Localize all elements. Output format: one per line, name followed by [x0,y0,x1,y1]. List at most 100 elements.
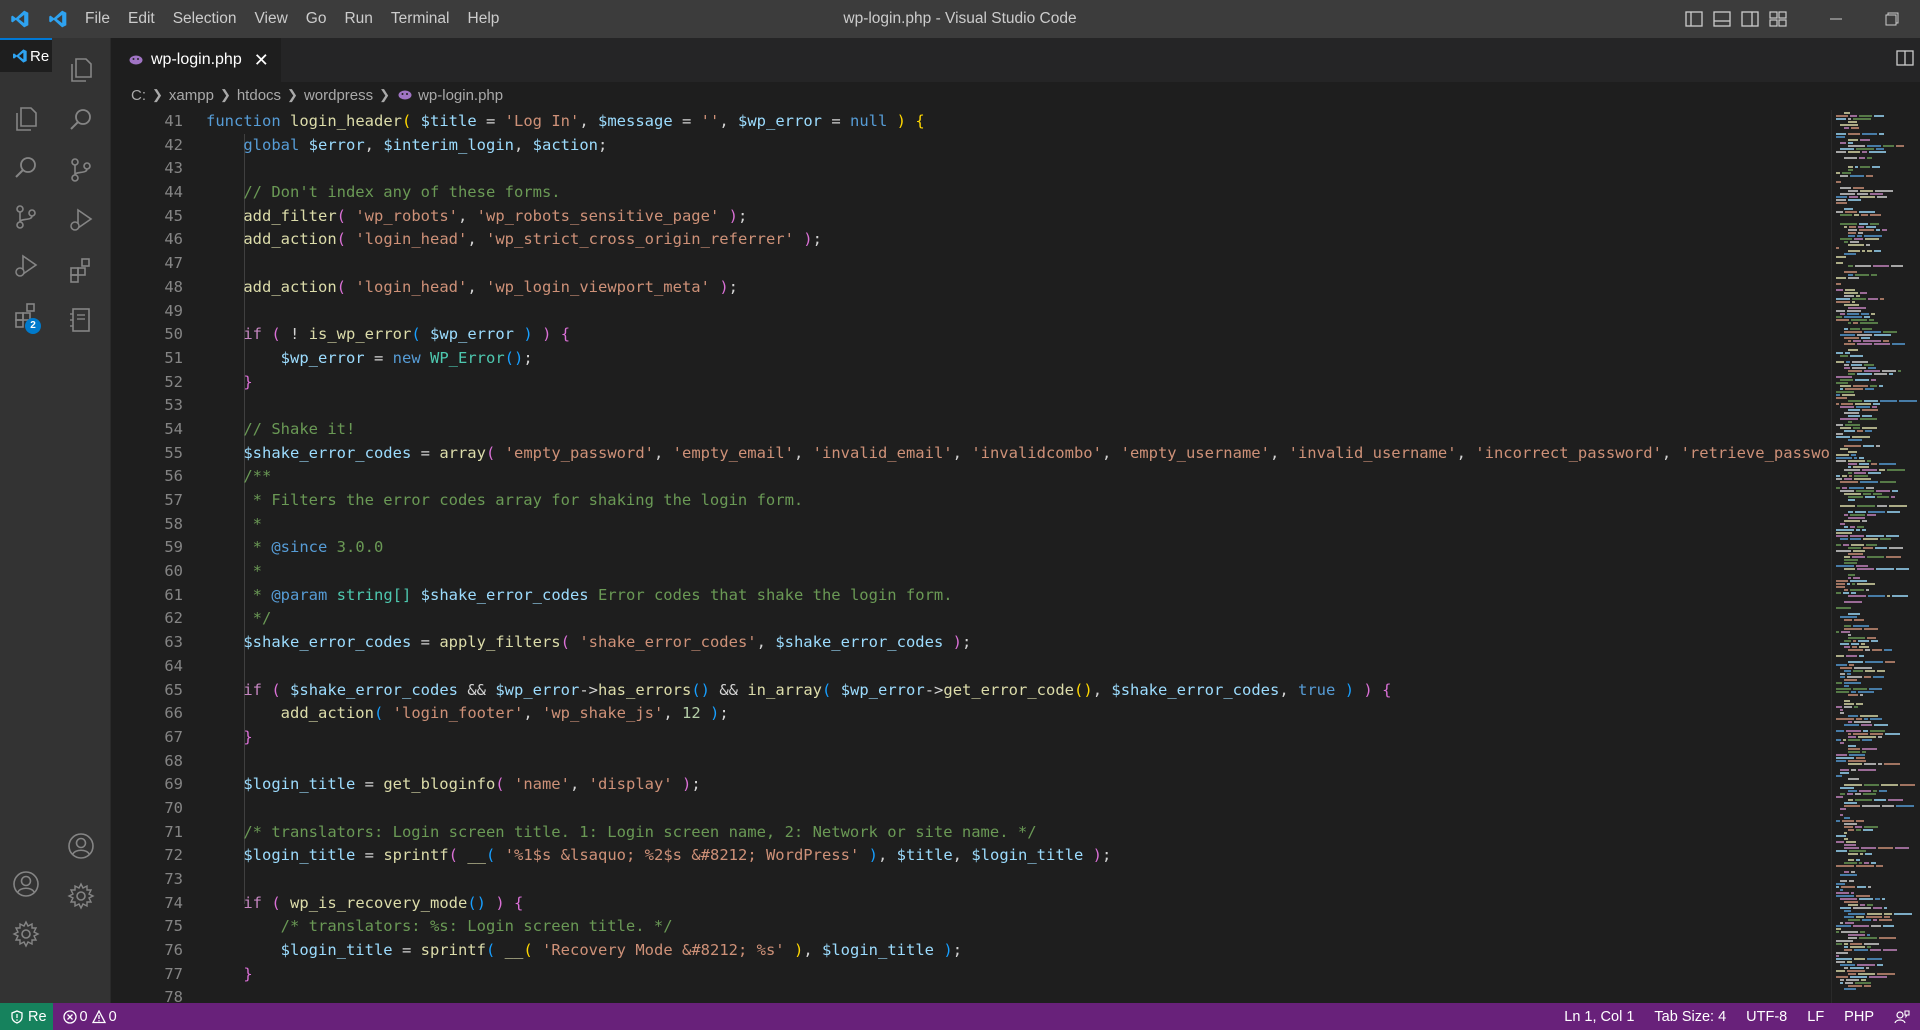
minimap-line [1855,403,1871,405]
minimap-line [1836,361,1844,363]
minimap-line [1848,517,1865,519]
explorer-icon[interactable] [6,99,46,139]
line-number: 56 [164,467,183,486]
language-mode[interactable]: PHP [1834,1003,1884,1030]
line-number: 76 [164,941,183,960]
minimap-line [1836,940,1853,942]
minimap-line [1840,313,1845,315]
source-control-icon[interactable] [6,197,46,237]
minimap-line [1844,706,1852,708]
run-debug-icon[interactable] [6,246,46,286]
extensions-icon[interactable] [61,250,101,290]
minimap-line [1851,319,1867,321]
menu-view[interactable]: View [245,0,296,38]
menu-file[interactable]: File [76,0,119,38]
menu-edit[interactable]: Edit [119,0,164,38]
toggle-secondary-sidebar-icon[interactable] [1736,0,1764,38]
minimap-line [1849,850,1866,852]
code-content[interactable]: function login_header( $title = 'Log In'… [206,110,1831,1003]
minimap-line [1862,529,1866,531]
minimap-line [1844,901,1858,903]
minimap-line [1843,592,1849,594]
minimap-line [1862,469,1877,471]
tab-wp-login[interactable]: wp-login.php ✕ [111,38,281,82]
chevron-right-icon: ❯ [152,87,163,102]
problems-indicator[interactable]: 0 0 [53,1003,127,1030]
minimap-line [1868,298,1878,300]
minimap-line [1844,226,1847,228]
menu-terminal[interactable]: Terminal [382,0,459,38]
other-window-tab-label: Re [30,47,50,65]
feedback-icon[interactable] [1884,1003,1920,1030]
minimize-icon[interactable] [1808,0,1864,38]
settings-gear-icon[interactable] [6,914,46,954]
minimap-line [1840,385,1851,387]
notebook-icon[interactable] [61,300,101,340]
minimap-line [1844,823,1857,825]
code-line: $login_title = get_bloginfo( 'name', 'di… [243,775,701,794]
minimap-line [1840,643,1849,645]
cursor-position[interactable]: Ln 1, Col 1 [1554,1003,1644,1030]
menu-help[interactable]: Help [459,0,509,38]
breadcrumb-item[interactable]: wordpress [304,87,373,104]
breadcrumb-item[interactable]: wp-login.php [418,87,503,104]
menu-selection[interactable]: Selection [164,0,246,38]
minimap-line [1836,289,1843,291]
minimap-line [1857,526,1864,528]
breadcrumb-item[interactable]: C: [131,87,146,104]
minimap-line [1840,982,1843,984]
minimap-line [1876,568,1894,570]
minimap-line [1836,739,1841,741]
settings-gear-icon[interactable] [61,876,101,916]
search-icon[interactable] [6,148,46,188]
minimap-line [1836,928,1841,930]
minimap-line [1844,838,1848,840]
split-editor-icon[interactable] [1896,50,1914,71]
minimap-line [1866,544,1877,546]
restore-icon[interactable] [1864,0,1920,38]
minimap-line [1840,505,1855,507]
toggle-primary-sidebar-icon[interactable] [1680,0,1708,38]
minimap-line [1859,862,1862,864]
accounts-icon[interactable] [61,826,101,866]
minimap-line [1853,427,1860,429]
tab-size[interactable]: Tab Size: 4 [1644,1003,1736,1030]
remote-indicator[interactable]: Re [0,1003,53,1030]
minimap-line [1855,166,1858,168]
minimap-line [1836,586,1845,588]
close-icon[interactable]: ✕ [254,50,269,71]
minimap-line [1850,535,1864,537]
line-number: 58 [164,514,183,533]
minimap-line [1844,679,1857,681]
code-editor[interactable]: 41 42 43 44 45 46 47 48 49 50 51 52 53 54 55 56 57 58 59 60… [111,110,1831,1003]
activity-bar-secondary [52,38,111,1003]
minimap-line [1848,439,1862,441]
customize-layout-icon[interactable] [1764,0,1792,38]
line-number: 62 [164,609,183,628]
breadcrumb-item[interactable]: xampp [169,87,214,104]
minimap-line [1853,340,1861,342]
menu-run[interactable]: Run [335,0,381,38]
explorer-icon[interactable] [61,50,101,90]
run-debug-icon[interactable] [61,200,101,240]
code-line: // Don't index any of these forms. [243,183,561,202]
search-icon[interactable] [61,100,101,140]
end-of-line[interactable]: LF [1797,1003,1834,1030]
minimap-line [1872,166,1880,168]
accounts-icon[interactable] [6,864,46,904]
encoding[interactable]: UTF-8 [1736,1003,1797,1030]
minimap-line [1844,331,1862,333]
minimap-line [1879,919,1892,921]
source-control-icon[interactable] [61,150,101,190]
other-window-tab[interactable]: Re [0,38,52,72]
minimap-line [1865,388,1874,390]
minimap-line [1836,478,1842,480]
menu-go[interactable]: Go [297,0,336,38]
toggle-panel-icon[interactable] [1708,0,1736,38]
minimap[interactable] [1832,110,1920,1003]
breadcrumb-item[interactable]: htdocs [237,87,281,104]
